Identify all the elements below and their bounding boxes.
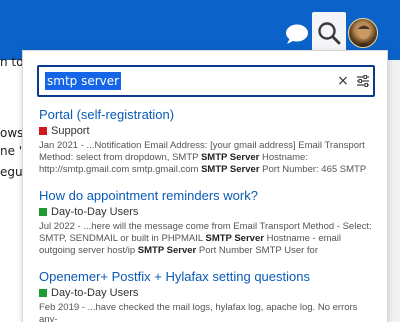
search-result-item: Portal (self-registration) Support Jan 202…: [39, 107, 377, 176]
search-query-text[interactable]: smtp server: [45, 72, 122, 90]
sliders-icon: [357, 75, 369, 87]
page-scrollbar[interactable]: [388, 60, 400, 322]
search-input-box[interactable]: smtp server ×: [37, 65, 375, 97]
background-text-fragment: ne "N: [0, 144, 22, 158]
search-result-item: Openemer+ Postfix + Hylafax setting ques…: [39, 269, 377, 322]
result-category[interactable]: Support: [39, 124, 377, 138]
search-options-button[interactable]: [355, 73, 371, 89]
snippet-highlight: SMTP Server: [200, 152, 260, 163]
snippet-highlight: SMTP Server: [137, 245, 197, 256]
search-results-list: Portal (self-registration) Support Jan 202…: [39, 107, 377, 322]
search-dropdown-panel: smtp server × Portal (self-registration)…: [22, 50, 388, 322]
clear-search-button[interactable]: ×: [336, 73, 350, 89]
background-text-fragment: n to t: [0, 55, 22, 69]
search-result-item: How do appointment reminders work? Day-to…: [39, 188, 377, 257]
user-avatar[interactable]: [348, 18, 378, 48]
result-snippet: Feb 2019 - ...have checked the mail logs…: [39, 302, 377, 322]
chat-button[interactable]: [282, 14, 314, 50]
category-color-badge: [39, 289, 47, 297]
category-label: Day-to-Day Users: [51, 287, 139, 299]
category-color-badge: [39, 127, 47, 135]
snippet-text: Feb 2019 - ...have checked the mail logs…: [39, 302, 358, 322]
speech-bubble-icon: [286, 24, 308, 44]
result-title-link[interactable]: Portal (self-registration): [39, 107, 377, 123]
result-title-link[interactable]: Openemer+ Postfix + Hylafax setting ques…: [39, 269, 377, 285]
category-color-badge: [39, 208, 47, 216]
background-text-fragment: ows: [0, 126, 22, 140]
snippet-highlight: SMTP Server: [201, 164, 260, 175]
result-category[interactable]: Day-to-Day Users: [39, 205, 377, 219]
category-label: Day-to-Day Users: [51, 206, 139, 218]
result-snippet: Jan 2021 - ...Notification Email Address…: [39, 140, 377, 176]
result-category[interactable]: Day-to-Day Users: [39, 286, 377, 300]
category-label: Support: [51, 125, 90, 137]
result-title-link[interactable]: How do appointment reminders work?: [39, 188, 377, 204]
result-snippet: Jul 2022 - ...here will the message come…: [39, 221, 377, 257]
background-text-fragment: egura: [0, 165, 22, 179]
snippet-highlight: SMTP Server: [205, 233, 264, 244]
